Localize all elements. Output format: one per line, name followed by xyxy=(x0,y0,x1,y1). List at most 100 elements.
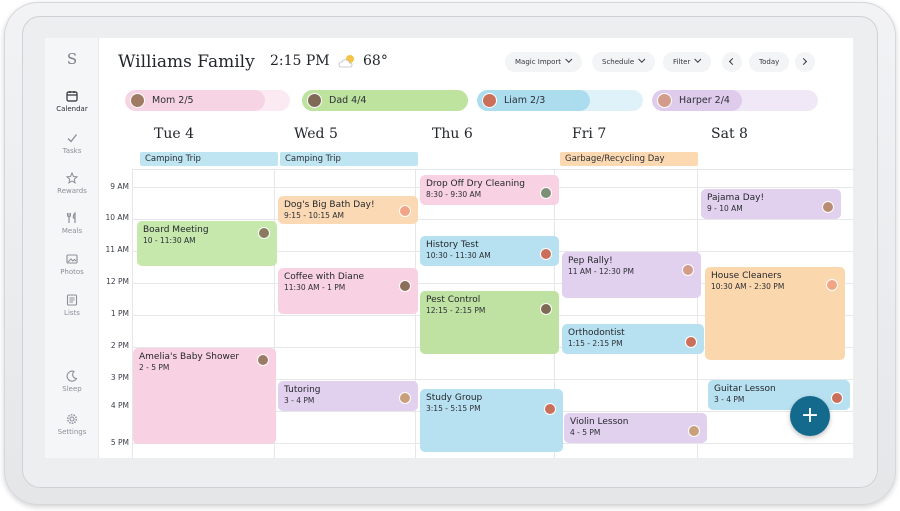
avatar xyxy=(399,392,411,404)
event-time: 11:30 AM - 1 PM xyxy=(284,283,346,292)
clock: 2:15 PM xyxy=(270,53,330,69)
day-header[interactable]: Fri 7 xyxy=(572,126,606,142)
hour-label: 4 PM xyxy=(110,401,129,410)
sidebar-item-rewards[interactable]: Rewards xyxy=(45,172,99,195)
day-header[interactable]: Wed 5 xyxy=(294,126,338,142)
sidebar-item-label: Tasks xyxy=(62,147,82,155)
event-time: 10:30 - 11:30 AM xyxy=(426,251,491,260)
photo-icon xyxy=(66,254,78,264)
gear-icon xyxy=(66,413,78,425)
hour-label: 2 PM xyxy=(110,341,129,350)
event-card[interactable]: History Test 10:30 - 11:30 AM xyxy=(420,236,559,266)
all-day-event[interactable]: Camping Trip xyxy=(280,152,418,166)
sidebar-item-settings[interactable]: Settings xyxy=(45,413,99,436)
hour-label: 1 PM xyxy=(110,309,129,318)
event-time: 1:15 - 2:15 PM xyxy=(568,339,623,348)
chip-label: Mom 2/5 xyxy=(152,95,194,106)
avatar xyxy=(682,264,694,276)
event-title: Coffee with Diane xyxy=(284,272,365,282)
avatar xyxy=(307,93,322,108)
sidebar: S Calendar Tasks Rewards Meals Photos Li… xyxy=(45,38,99,458)
event-card[interactable]: Board Meeting 10 - 11:30 AM xyxy=(137,221,277,266)
avatar xyxy=(399,280,411,292)
event-title: Guitar Lesson xyxy=(714,384,776,394)
sidebar-item-label: Calendar xyxy=(56,105,88,113)
schedule-button[interactable]: Schedule xyxy=(592,52,656,72)
all-day-event[interactable]: Garbage/Recycling Day xyxy=(560,152,698,166)
event-title: History Test xyxy=(426,240,479,250)
hour-label: 11 AM xyxy=(105,245,129,254)
event-card[interactable]: Pajama Day! 9 - 10 AM xyxy=(701,189,841,219)
event-title: Orthodontist xyxy=(568,328,625,338)
event-card[interactable]: House Cleaners 10:30 AM - 2:30 PM xyxy=(705,267,845,360)
event-card[interactable]: Guitar Lesson 3 - 4 PM xyxy=(708,380,850,410)
sidebar-item-photos[interactable]: Photos xyxy=(45,253,99,276)
event-card[interactable]: Study Group 3:15 - 5:15 PM xyxy=(420,389,563,452)
event-card[interactable]: Tutoring 3 - 4 PM xyxy=(278,381,418,411)
avatar xyxy=(482,93,497,108)
sidebar-item-label: Sleep xyxy=(62,385,82,393)
event-title: Drop Off Dry Cleaning xyxy=(426,179,525,189)
sidebar-item-meals[interactable]: Meals xyxy=(45,212,99,235)
person-chip-mom[interactable]: Mom 2/5 xyxy=(125,90,290,111)
sidebar-item-tasks[interactable]: Tasks xyxy=(45,132,99,155)
avatar xyxy=(130,93,145,108)
avatar xyxy=(657,93,672,108)
event-time: 11 AM - 12:30 PM xyxy=(568,267,634,276)
event-time: 2 - 5 PM xyxy=(139,363,170,372)
hour-label: 9 AM xyxy=(110,182,129,191)
filter-button[interactable]: Filter xyxy=(663,52,712,72)
hour-label: 12 PM xyxy=(106,277,129,286)
calendar-icon xyxy=(66,91,78,102)
event-card[interactable]: Amelia's Baby Shower 2 - 5 PM xyxy=(133,348,276,444)
chevron-down-icon xyxy=(694,55,702,63)
event-time: 3:15 - 5:15 PM xyxy=(426,404,481,413)
avatar xyxy=(831,392,843,404)
sidebar-item-calendar[interactable]: Calendar xyxy=(45,90,99,113)
magic-import-button[interactable]: Magic Import xyxy=(505,52,583,72)
event-card[interactable]: Pest Control 12:15 - 2:15 PM xyxy=(420,291,559,354)
person-chip-harper[interactable]: Harper 2/4 xyxy=(652,90,818,111)
chevron-down-icon xyxy=(565,55,573,63)
today-label: Today xyxy=(759,58,780,66)
event-time: 12:15 - 2:15 PM xyxy=(426,306,486,315)
event-title: Board Meeting xyxy=(143,225,209,235)
hour-label: 10 AM xyxy=(105,213,129,222)
today-button[interactable]: Today xyxy=(749,52,790,72)
chip-label: Dad 4/4 xyxy=(329,95,367,106)
event-card[interactable]: Coffee with Diane 11:30 AM - 1 PM xyxy=(278,268,418,314)
day-header[interactable]: Thu 6 xyxy=(432,126,473,142)
magic-import-label: Magic Import xyxy=(515,58,562,66)
day-header[interactable]: Sat 8 xyxy=(711,126,748,142)
day-header[interactable]: Tue 4 xyxy=(154,126,194,142)
utensils-icon xyxy=(67,212,76,223)
avatar xyxy=(685,336,697,348)
event-card[interactable]: Pep Rally! 11 AM - 12:30 PM xyxy=(562,252,701,298)
event-card[interactable]: Violin Lesson 4 - 5 PM xyxy=(564,413,707,443)
event-time: 9 - 10 AM xyxy=(707,204,743,213)
event-card[interactable]: Orthodontist 1:15 - 2:15 PM xyxy=(562,324,704,354)
event-title: Pajama Day! xyxy=(707,193,765,203)
avatar xyxy=(822,201,834,213)
event-time: 4 - 5 PM xyxy=(570,428,601,437)
schedule-label: Schedule xyxy=(602,58,635,66)
person-chip-dad[interactable]: Dad 4/4 xyxy=(302,90,468,111)
family-title: Williams Family xyxy=(118,52,255,72)
sidebar-item-label: Lists xyxy=(64,309,80,317)
person-chip-liam[interactable]: Liam 2/3 xyxy=(477,90,643,111)
avatar xyxy=(258,227,270,239)
prev-week-button[interactable] xyxy=(722,52,742,72)
event-title: Amelia's Baby Shower xyxy=(139,352,240,362)
all-day-event[interactable]: Camping Trip xyxy=(140,152,278,166)
add-event-button[interactable]: + xyxy=(790,396,830,436)
event-time: 10 - 11:30 AM xyxy=(143,236,196,245)
event-card[interactable]: Drop Off Dry Cleaning 8:30 - 9:30 AM xyxy=(420,175,559,205)
sidebar-item-sleep[interactable]: Sleep xyxy=(45,370,99,393)
event-title: Study Group xyxy=(426,393,483,403)
sidebar-item-lists[interactable]: Lists xyxy=(45,294,99,317)
event-title: Pep Rally! xyxy=(568,256,613,266)
event-card[interactable]: Dog's Big Bath Day! 9:15 - 10:15 AM xyxy=(278,196,418,224)
next-week-button[interactable] xyxy=(795,52,815,72)
event-title: Violin Lesson xyxy=(570,417,629,427)
chip-label: Harper 2/4 xyxy=(679,95,730,106)
